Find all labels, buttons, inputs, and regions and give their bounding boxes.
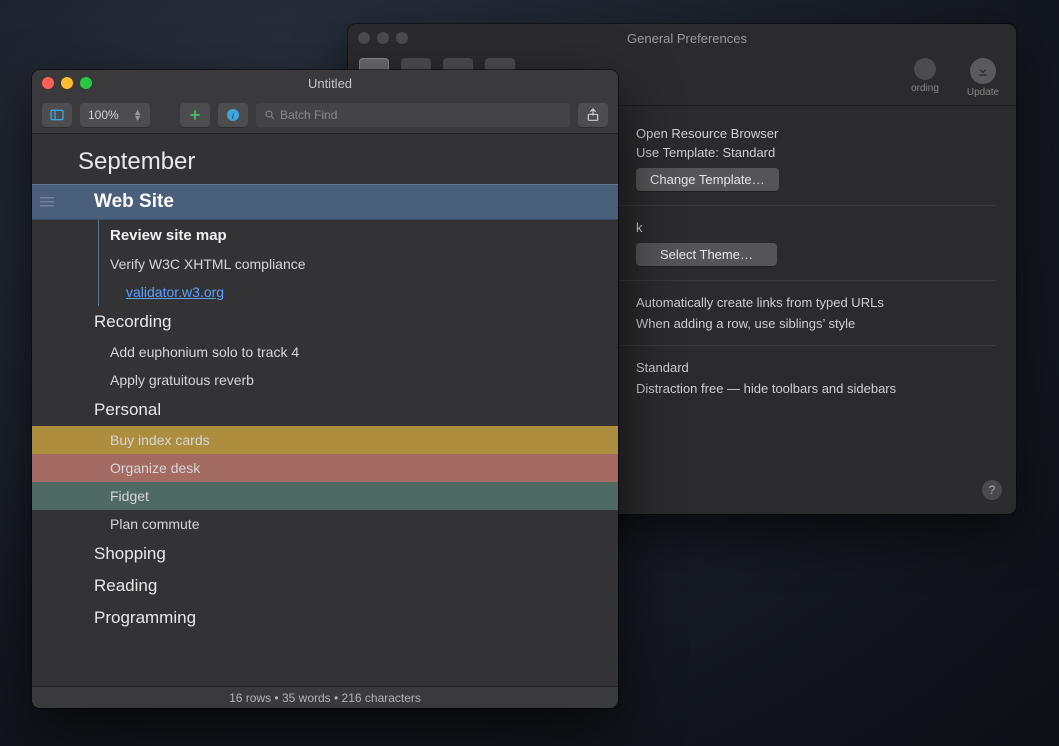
outline-content: September Web Site Review site map Verif… [32,134,618,686]
status-rows: 16 rows [229,691,271,705]
prefs-fullscreen-line2[interactable]: Distraction free — hide toolbars and sid… [636,381,996,396]
inspector-button[interactable]: i [218,103,248,127]
section-web-site-children: Review site map Verify W3C XHTML complia… [32,220,618,306]
row-verify-compliance-label: Verify W3C XHTML compliance [110,256,306,272]
validator-link[interactable]: validator.w3.org [126,284,224,300]
section-reading-label: Reading [94,576,157,596]
prefs-links-line2[interactable]: When adding a row, use siblings’ style [636,316,996,331]
drag-handle-icon[interactable] [40,197,54,207]
section-recording-label: Recording [94,312,172,332]
section-personal[interactable]: Personal [32,394,618,426]
row-review-site-map-label: Review site map [110,227,227,244]
section-shopping-label: Shopping [94,544,166,564]
row-buy-index-cards-label: Buy index cards [110,432,210,448]
document-window: Untitled 100% ▲▼ i Batch Find September … [32,70,618,708]
row-euphonium-label: Add euphonium solo to track 4 [110,344,299,360]
search-icon [264,109,276,121]
row-organize-desk-label: Organize desk [110,460,200,476]
status-words: 35 words [282,691,331,705]
section-programming-label: Programming [94,608,196,628]
row-plan-commute-label: Plan commute [110,516,199,532]
status-chars: 216 characters [342,691,421,705]
zoom-value: 100% [88,108,119,122]
prefs-newdoc-line2: Use Template: Standard [636,145,996,160]
month-heading[interactable]: September [32,134,618,184]
add-row-button[interactable] [180,103,210,127]
search-field[interactable]: Batch Find [256,103,570,127]
prefs-titlebar: General Preferences [348,24,1016,52]
prefs-newdoc-line1: Open Resource Browser [636,126,996,141]
share-button[interactable] [578,103,608,127]
row-buy-index-cards[interactable]: Buy index cards [32,426,618,454]
section-recording[interactable]: Recording [32,306,618,338]
main-toolbar: 100% ▲▼ i Batch Find [32,96,618,134]
zoom-level-selector[interactable]: 100% ▲▼ [80,103,150,127]
prefs-tab-recording-label: ording [911,83,939,94]
section-web-site[interactable]: Web Site [32,184,618,220]
microphone-icon [914,58,936,80]
section-shopping[interactable]: Shopping [32,538,618,570]
section-programming[interactable]: Programming [32,602,618,634]
row-euphonium[interactable]: Add euphonium solo to track 4 [32,338,618,366]
help-icon: ? [989,483,996,497]
prefs-tab-update-label: Update [967,87,999,98]
indent-guide [98,220,99,306]
prefs-tab-recording[interactable]: ording [900,56,950,110]
status-sep2: • [331,691,342,705]
row-fidget[interactable]: Fidget [32,482,618,510]
search-placeholder: Batch Find [280,108,337,122]
row-reverb-label: Apply gratuitous reverb [110,372,254,388]
status-bar: 16 rows • 35 words • 216 characters [32,686,618,708]
section-web-site-label: Web Site [94,191,174,213]
row-verify-compliance[interactable]: Verify W3C XHTML compliance [32,250,618,278]
toggle-sidebar-button[interactable] [42,103,72,127]
row-plan-commute[interactable]: Plan commute [32,510,618,538]
prefs-fullscreen-line1[interactable]: Standard [636,360,996,375]
status-sep1: • [271,691,282,705]
prefs-title: General Preferences [368,31,1006,46]
row-validator-link[interactable]: validator.w3.org [32,278,618,306]
row-fidget-label: Fidget [110,488,149,504]
section-reading[interactable]: Reading [32,570,618,602]
help-button[interactable]: ? [982,480,1002,500]
prefs-theme-label: k [636,220,996,235]
document-title: Untitled [52,76,608,91]
row-reverb[interactable]: Apply gratuitous reverb [32,366,618,394]
row-organize-desk[interactable]: Organize desk [32,454,618,482]
main-titlebar: Untitled [32,70,618,96]
prefs-links-line1[interactable]: Automatically create links from typed UR… [636,295,996,310]
chevron-updown-icon: ▲▼ [133,109,142,121]
prefs-tab-update[interactable]: Update [960,56,1006,110]
row-review-site-map[interactable]: Review site map [32,220,618,250]
download-arrow-icon [970,58,996,84]
change-template-button[interactable]: Change Template… [636,168,779,191]
section-personal-label: Personal [94,400,161,420]
select-theme-button[interactable]: Select Theme… [636,243,777,266]
